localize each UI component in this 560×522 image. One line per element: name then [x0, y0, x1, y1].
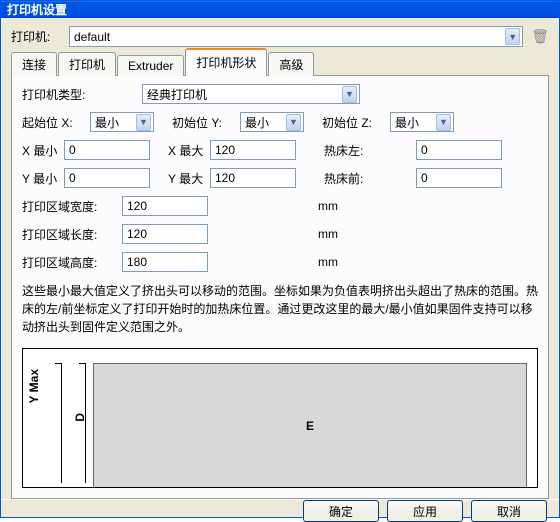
titlebar[interactable]: 打印机设置: [1, 1, 559, 18]
tab-advanced[interactable]: 高级: [268, 52, 314, 76]
printer-type-value: 经典打印机: [147, 86, 207, 103]
home-y-label: 初始位 Y:: [172, 114, 240, 131]
bed-left-input[interactable]: [416, 140, 502, 160]
area-depth-input[interactable]: [122, 224, 208, 244]
bed-front-label: 热床前:: [324, 170, 384, 187]
area-height-input[interactable]: [122, 252, 208, 272]
trash-icon[interactable]: 🗑: [531, 28, 549, 45]
bed-rect: E: [93, 363, 527, 487]
y-min-input[interactable]: [64, 168, 150, 188]
area-depth-row: 打印区域长度: mm: [22, 224, 538, 244]
x-min-input[interactable]: [64, 140, 150, 160]
y-max-label: Y 最大: [168, 170, 210, 187]
shape-preview: Y Max D E: [22, 348, 538, 488]
home-x-value: 最小: [95, 114, 119, 131]
home-pos-row: 起始位 X: 最小 ▼ 初始位 Y: 最小 ▼ 初始位 Z: 最小 ▼: [22, 112, 538, 132]
chevron-down-icon: ▼: [436, 114, 451, 131]
home-y-combo[interactable]: 最小 ▼: [240, 112, 304, 132]
y-dims-row: Y 最小 Y 最大 热床前:: [22, 168, 538, 188]
window-title: 打印机设置: [7, 1, 67, 18]
tab-printer[interactable]: 打印机: [58, 52, 116, 76]
e-label: E: [306, 419, 314, 433]
home-y-value: 最小: [245, 114, 269, 131]
tab-extruder[interactable]: Extruder: [117, 55, 184, 76]
area-width-label: 打印区域宽度:: [22, 198, 122, 215]
axis-line: [61, 363, 62, 483]
home-z-label: 初始位 Z:: [322, 114, 390, 131]
printer-combo-value: default: [74, 30, 110, 44]
y-min-label: Y 最小: [22, 170, 64, 187]
ok-button[interactable]: 确定: [303, 500, 379, 522]
home-z-value: 最小: [395, 114, 419, 131]
area-width-input[interactable]: [122, 196, 208, 216]
area-depth-label: 打印区域长度:: [22, 226, 122, 243]
bed-front-input[interactable]: [416, 168, 502, 188]
home-x-label: 起始位 X:: [22, 114, 90, 131]
printer-type-combo[interactable]: 经典打印机 ▼: [142, 84, 360, 104]
description-text: 这些最小最大值定义了挤出头可以移动的范围。坐标如果为负值表明挤出头超出了热床的范…: [22, 282, 538, 336]
chevron-down-icon: ▼: [342, 86, 357, 103]
content-area: 打印机: default ▼ 🗑 连接 打印机 Extruder 打印机形状 高…: [1, 18, 559, 499]
printer-selector-row: 打印机: default ▼ 🗑: [11, 26, 549, 47]
apply-button[interactable]: 应用: [387, 500, 463, 522]
area-width-unit: mm: [318, 199, 338, 213]
button-bar: 确定 应用 取消: [1, 499, 559, 522]
tabs: 连接 打印机 Extruder 打印机形状 高级: [11, 55, 549, 76]
home-z-combo[interactable]: 最小 ▼: [390, 112, 454, 132]
printer-label: 打印机:: [11, 28, 69, 45]
bed-left-label: 热床左:: [324, 142, 384, 159]
chevron-down-icon: ▼: [136, 114, 151, 131]
printer-settings-window: 打印机设置 打印机: default ▼ 🗑 连接 打印机 Extruder 打…: [0, 0, 560, 518]
cancel-button[interactable]: 取消: [471, 500, 547, 522]
ymax-label: Y Max: [27, 369, 41, 403]
printer-combo[interactable]: default ▼: [69, 26, 523, 47]
axis-line: [85, 363, 86, 483]
area-width-row: 打印区域宽度: mm: [22, 196, 538, 216]
area-height-row: 打印区域高度: mm: [22, 252, 538, 272]
printer-type-row: 打印机类型: 经典打印机 ▼: [22, 84, 538, 104]
tab-connection[interactable]: 连接: [11, 52, 57, 76]
x-max-label: X 最大: [168, 142, 210, 159]
y-max-input[interactable]: [210, 168, 296, 188]
home-x-combo[interactable]: 最小 ▼: [90, 112, 154, 132]
panel-printer-shape: 打印机类型: 经典打印机 ▼ 起始位 X: 最小 ▼ 初始位 Y: 最小 ▼ 初…: [11, 76, 549, 499]
x-max-input[interactable]: [210, 140, 296, 160]
area-height-unit: mm: [318, 255, 338, 269]
printer-type-label: 打印机类型:: [22, 86, 142, 103]
x-dims-row: X 最小 X 最大 热床左:: [22, 140, 538, 160]
area-depth-unit: mm: [318, 227, 338, 241]
chevron-down-icon: ▼: [505, 28, 520, 45]
area-height-label: 打印区域高度:: [22, 254, 122, 271]
x-min-label: X 最小: [22, 142, 64, 159]
tab-printer-shape[interactable]: 打印机形状: [185, 48, 267, 75]
chevron-down-icon: ▼: [286, 114, 301, 131]
